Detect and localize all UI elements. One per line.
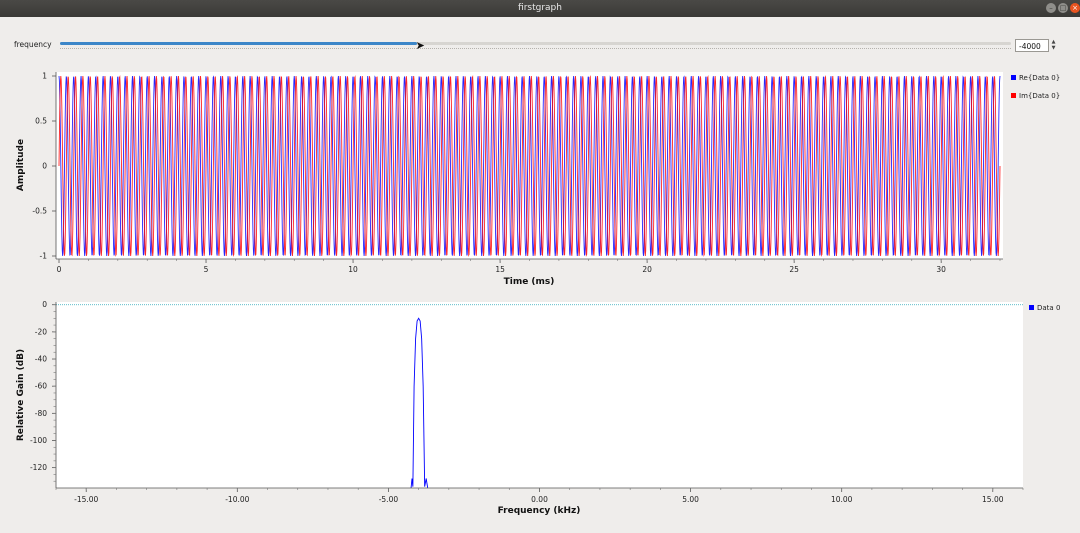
freq-x-label: Frequency (kHz) (498, 506, 581, 516)
freq-x-tick-label: 10.00 (831, 495, 853, 504)
time-legend: Re{Data 0} Im{Data 0} (1011, 74, 1060, 100)
frequency-slider[interactable] (60, 42, 1011, 45)
legend-swatch-data0 (1029, 305, 1034, 310)
legend-label-re: Re{Data 0} (1019, 74, 1060, 82)
legend-swatch-re (1011, 75, 1016, 80)
freq-y-tick-label: -80 (35, 409, 47, 418)
frequency-domain-plot: -15.00 -10.00 -5.00 0.00 5.00 10.00 15.00 0 -20 -… (16, 300, 1060, 516)
freq-x-tick-label: 5.00 (682, 495, 699, 504)
spin-down-icon[interactable]: ▼ (1049, 45, 1058, 51)
legend-label-data0: Data 0 (1037, 304, 1060, 312)
freq-y-tick-label: -100 (30, 436, 47, 445)
freq-x-tick-label: 15.00 (982, 495, 1004, 504)
time-domain-plot: 0 5 10 15 20 25 30 1 0.5 0 -0.5 -1 Time (ms) Amplit… (16, 72, 1060, 288)
frequency-spinbox[interactable]: -4000 (1015, 39, 1049, 52)
time-x-tick-label: 0 (57, 265, 62, 274)
freq-y-tick-label: -40 (35, 355, 47, 364)
freq-plot-canvas (56, 302, 1023, 488)
time-y-tick-label: 0.5 (35, 117, 47, 126)
window-titlebar: firstgraph – □ × (0, 0, 1080, 17)
time-y-tick-label: 1 (42, 72, 47, 81)
frequency-label: frequency (14, 40, 52, 49)
time-y-tick-label: 0 (42, 162, 47, 171)
time-x-label: Time (ms) (504, 277, 555, 287)
close-icon[interactable]: × (1070, 3, 1080, 13)
freq-y-tick-label: 0 (42, 300, 47, 309)
time-x-tick-label: 10 (348, 265, 358, 274)
time-x-tick-label: 5 (204, 265, 209, 274)
window-title: firstgraph (518, 3, 562, 13)
frequency-control-row: frequency ➤ -4000 ▲ ▼ (0, 17, 1080, 67)
legend-swatch-im (1011, 93, 1016, 98)
frequency-slider-fill (60, 42, 417, 45)
time-x-tick-label: 15 (495, 265, 505, 274)
freq-x-tick-label: -15.00 (74, 495, 98, 504)
spinbox-arrows[interactable]: ▲ ▼ (1049, 39, 1058, 52)
time-y-tick-label: -0.5 (32, 207, 47, 216)
time-x-tick-label: 25 (789, 265, 799, 274)
freq-legend: Data 0 (1029, 304, 1060, 312)
freq-x-tick-label: -5.00 (379, 495, 399, 504)
freq-y-tick-label: -60 (35, 382, 47, 391)
freq-x-tick-label: -10.00 (225, 495, 249, 504)
freq-y-tick-label: -20 (35, 327, 47, 336)
maximize-icon[interactable]: □ (1058, 3, 1068, 13)
time-x-tick-label: 20 (642, 265, 652, 274)
freq-y-tick-label: -120 (30, 463, 47, 472)
time-y-tick-label: -1 (40, 252, 48, 261)
time-x-tick-label: 30 (936, 265, 946, 274)
mouse-cursor-icon: ➤ (415, 39, 425, 52)
freq-x-tick-label: 0.00 (531, 495, 548, 504)
freq-y-label: Relative Gain (dB) (16, 349, 26, 441)
frequency-slider-ticks (60, 48, 1011, 51)
legend-label-im: Im{Data 0} (1019, 92, 1060, 100)
minimize-icon[interactable]: – (1046, 3, 1056, 13)
time-y-label: Amplitude (16, 139, 26, 191)
